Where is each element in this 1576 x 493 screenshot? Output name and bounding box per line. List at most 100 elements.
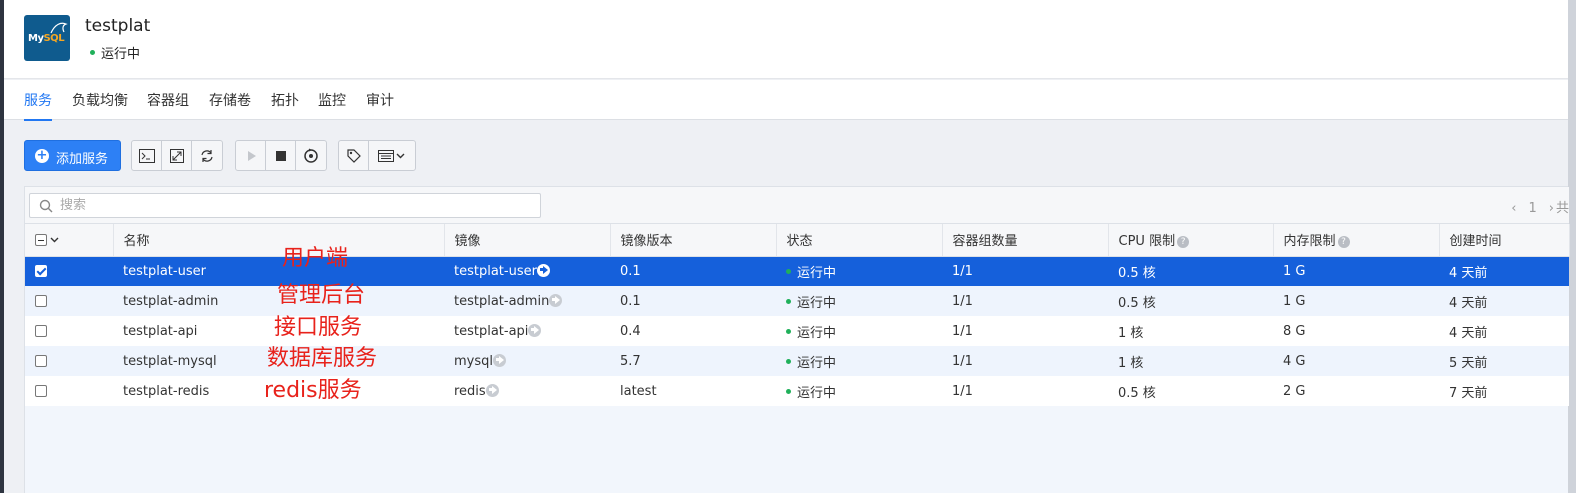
- status-cell: 运行中: [776, 376, 942, 406]
- image-name: testplat-user: [454, 263, 537, 279]
- tag-button[interactable]: [339, 141, 369, 170]
- tab-audit[interactable]: 审计: [366, 90, 394, 110]
- pod-count: 1/1: [942, 316, 1108, 346]
- pod-count: 1/1: [942, 286, 1108, 316]
- col-header-status[interactable]: 状态: [776, 224, 943, 257]
- image-name: mysql: [454, 353, 493, 369]
- console-button-group: [131, 140, 223, 171]
- memory-limit: 2 G: [1273, 376, 1439, 406]
- col-header-name[interactable]: 名称: [113, 224, 445, 257]
- col-header-image-version[interactable]: 镜像版本: [610, 224, 777, 257]
- arrow-right-circle-icon[interactable]: [493, 353, 506, 367]
- row-checkbox[interactable]: [35, 325, 47, 337]
- arrow-right-circle-icon[interactable]: [549, 293, 563, 307]
- current-page[interactable]: 1: [1529, 201, 1537, 216]
- restart-button[interactable]: [296, 141, 326, 170]
- row-select-cell[interactable]: [25, 286, 113, 316]
- next-page-icon[interactable]: ›: [1549, 201, 1554, 216]
- select-all-checkbox[interactable]: [35, 233, 47, 246]
- table-row[interactable]: testplat-user testplat-user 0.1 运行中 1/1 …: [25, 256, 1569, 286]
- stop-button[interactable]: [266, 141, 296, 170]
- col-header-pod-count[interactable]: 容器组数量: [942, 224, 1109, 257]
- annotation-user-client: 用户端: [282, 246, 349, 271]
- tab-pods[interactable]: 容器组: [147, 90, 189, 110]
- row-checkbox[interactable]: [35, 385, 47, 397]
- annotation-admin-backend: 管理后台: [277, 283, 366, 308]
- tab-load-balancer[interactable]: 负载均衡: [72, 90, 128, 110]
- search-box: [29, 193, 541, 218]
- created-time: 5 天前: [1439, 346, 1569, 376]
- app-status: 运行中: [90, 43, 140, 62]
- image-version: 0.4: [610, 316, 776, 346]
- row-checkbox[interactable]: [35, 295, 47, 307]
- created-time: 4 天前: [1439, 316, 1569, 346]
- tag-icon: [346, 148, 361, 163]
- help-icon[interactable]: ?: [1337, 235, 1350, 248]
- table-row[interactable]: testplat-redis redis latest 运行中 1/1 0.5 …: [25, 376, 1569, 406]
- image-cell: testplat-api: [444, 316, 610, 346]
- tab-monitoring[interactable]: 监控: [318, 90, 346, 110]
- table-row[interactable]: testplat-mysql mysql 5.7 运行中 1/1 1 核 4 G…: [25, 346, 1569, 376]
- expand-icon: [169, 148, 184, 163]
- row-checkbox[interactable]: [35, 265, 47, 278]
- created-time: 4 天前: [1439, 256, 1569, 286]
- row-select-cell[interactable]: [25, 346, 113, 376]
- tab-topology[interactable]: 拓扑: [271, 90, 299, 110]
- col-header-cpu-limit[interactable]: CPU 限制?: [1108, 224, 1274, 257]
- image-cell: redis: [444, 376, 610, 406]
- start-button[interactable]: [236, 141, 266, 170]
- row-select-cell[interactable]: [25, 256, 113, 286]
- refresh-button[interactable]: [192, 141, 222, 170]
- status-dot-icon: [786, 328, 791, 334]
- column-settings-dropdown[interactable]: [369, 141, 415, 170]
- tab-bar: 服务 负载均衡 容器组 存储卷 拓扑 监控 审计: [4, 80, 1568, 121]
- memory-limit: 8 G: [1273, 316, 1439, 346]
- prev-page-icon[interactable]: ‹: [1511, 201, 1516, 216]
- help-icon[interactable]: ?: [1177, 235, 1190, 248]
- annotation-api-service: 接口服务: [274, 315, 363, 340]
- status-cell: 运行中: [776, 316, 942, 346]
- table-row[interactable]: testplat-admin testplat-admin 0.1 运行中 1/…: [25, 286, 1569, 316]
- select-all-header[interactable]: [25, 224, 114, 257]
- memory-limit: 4 G: [1273, 346, 1439, 376]
- col-header-created[interactable]: 创建时间: [1439, 224, 1570, 257]
- tab-services[interactable]: 服务: [24, 90, 52, 121]
- image-cell: testplat-user: [444, 256, 610, 286]
- image-version: 0.1: [610, 256, 776, 286]
- pager-total-label: 共: [1555, 201, 1569, 216]
- annotation-redis-service: redis服务: [264, 378, 362, 403]
- memory-limit-label: 内存限制: [1283, 234, 1336, 250]
- pod-count: 1/1: [942, 346, 1108, 376]
- plus-icon: +: [35, 148, 49, 163]
- tab-volumes[interactable]: 存储卷: [209, 90, 251, 110]
- status-cell: 运行中: [776, 346, 942, 376]
- image-cell: mysql: [444, 346, 610, 376]
- label-button-group: [338, 140, 416, 171]
- cpu-limit: 1 核: [1108, 346, 1273, 376]
- image-name: redis: [454, 383, 486, 399]
- add-service-button[interactable]: + 添加服务: [24, 140, 121, 171]
- table-row[interactable]: testplat-api testplat-api 0.4 运行中 1/1 1 …: [25, 316, 1569, 346]
- row-select-cell[interactable]: [25, 316, 113, 346]
- restart-icon: [304, 148, 318, 163]
- cpu-limit-label: CPU 限制: [1118, 234, 1176, 250]
- search-input[interactable]: [60, 196, 530, 215]
- memory-limit: 1 G: [1273, 256, 1439, 286]
- service-list-panel: ‹ 1 ›共 名称 镜像 镜像版本 状态 容器组数量 CPU 限制? 内存限制? 创…: [24, 186, 1570, 493]
- row-checkbox[interactable]: [35, 355, 47, 367]
- status-text: 运行中: [797, 325, 837, 341]
- row-select-cell[interactable]: [25, 376, 113, 406]
- arrow-right-circle-icon[interactable]: [528, 323, 542, 337]
- cpu-limit: 0.5 核: [1108, 256, 1273, 286]
- arrow-right-circle-icon[interactable]: [485, 383, 499, 397]
- expand-button[interactable]: [162, 141, 192, 170]
- add-service-label: 添加服务: [56, 152, 109, 167]
- col-header-memory-limit[interactable]: 内存限制?: [1273, 224, 1440, 257]
- terminal-button[interactable]: [132, 141, 162, 170]
- chevron-down-icon[interactable]: [50, 237, 59, 243]
- arrow-right-circle-icon[interactable]: [536, 263, 550, 277]
- col-header-image[interactable]: 镜像: [444, 224, 611, 257]
- play-icon: [247, 150, 256, 161]
- annotation-database-service: 数据库服务: [267, 346, 378, 371]
- status-cell: 运行中: [776, 286, 942, 316]
